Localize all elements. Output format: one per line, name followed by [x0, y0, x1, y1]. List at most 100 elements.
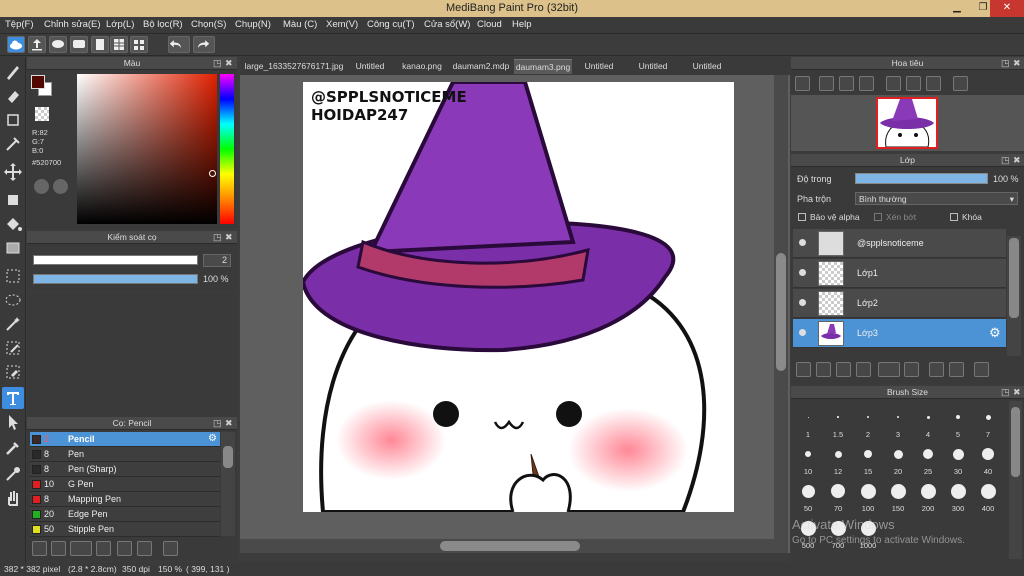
brush-item[interactable]: 2 Pencil ⚙ — [30, 432, 220, 447]
undock-icon[interactable]: ◳ — [213, 232, 222, 243]
layer-list-scrollbar[interactable] — [1007, 236, 1021, 356]
operation-tool-icon[interactable] — [2, 411, 24, 433]
flip-icon[interactable] — [953, 76, 968, 91]
grid-doc-icon[interactable] — [110, 36, 128, 53]
tab-document[interactable]: large_1633527676171.jpg — [242, 59, 346, 74]
duplicate-icon[interactable] — [137, 541, 152, 556]
close-panel-icon[interactable]: ✖ — [225, 58, 233, 69]
select-pen-tool-icon[interactable] — [2, 337, 24, 359]
brush-size-preset[interactable]: 4 — [913, 403, 943, 439]
chat-icon[interactable] — [70, 36, 88, 53]
undock-icon[interactable]: ◳ — [213, 418, 222, 429]
lasso-tool-icon[interactable] — [2, 289, 24, 311]
text-tool-icon[interactable] — [2, 387, 24, 409]
duplicate-layer-icon[interactable] — [929, 362, 944, 377]
trash-icon[interactable] — [163, 541, 178, 556]
brush-tool-icon[interactable] — [2, 61, 24, 83]
brush-size-preset[interactable]: 20 — [883, 440, 913, 476]
menu-capture[interactable]: Chụp(N) — [235, 19, 271, 30]
cloud-icon[interactable] — [7, 36, 25, 53]
brush-size-preset[interactable]: 400 — [973, 477, 1003, 513]
menu-cloud[interactable]: Cloud — [477, 19, 502, 30]
undock-icon[interactable]: ◳ — [1001, 155, 1010, 166]
eyedropper-tool-icon[interactable] — [2, 437, 24, 459]
brush-size-preset[interactable]: 5 — [943, 403, 973, 439]
eye-icon[interactable] — [799, 299, 806, 306]
brush-item[interactable]: 8 Pen — [30, 447, 220, 462]
undock-icon[interactable]: ◳ — [1001, 58, 1010, 69]
brush-size-preset[interactable]: 2 — [853, 403, 883, 439]
new-brush-icon[interactable] — [51, 541, 66, 556]
brush-item[interactable]: 8 Pen (Sharp) — [30, 462, 220, 477]
trash-icon[interactable] — [974, 362, 989, 377]
brush-size-preset[interactable]: 70 — [823, 477, 853, 513]
close-window-button[interactable]: ✕ — [990, 0, 1024, 17]
add-layer-dropdown-icon[interactable] — [878, 362, 900, 377]
comment-icon[interactable] — [49, 36, 67, 53]
cloud-brush-icon[interactable] — [32, 541, 47, 556]
brush-size-preset[interactable]: 1.5 — [823, 403, 853, 439]
close-panel-icon[interactable]: ✖ — [225, 418, 233, 429]
gradient-tool-icon[interactable] — [2, 237, 24, 259]
tab-document-active[interactable]: daumam3.png — [514, 59, 572, 74]
brush-size-slider[interactable] — [33, 255, 198, 265]
primary-color-swatch[interactable] — [31, 75, 45, 89]
brush-size-preset[interactable]: 300 — [943, 477, 973, 513]
grid-icon[interactable] — [130, 36, 148, 53]
magic-wand-tool-icon[interactable] — [2, 313, 24, 335]
brush-size-preset[interactable]: 10 — [793, 440, 823, 476]
menu-help[interactable]: Help — [512, 19, 532, 30]
close-panel-icon[interactable]: ✖ — [225, 232, 233, 243]
zoom-fit-icon[interactable] — [795, 76, 810, 91]
menu-view[interactable]: Xem(V) — [326, 19, 358, 30]
transparent-swatch[interactable] — [35, 107, 49, 121]
protect-alpha-checkbox[interactable] — [798, 213, 806, 221]
brush-size-preset[interactable]: 25 — [913, 440, 943, 476]
document-icon[interactable] — [91, 36, 109, 53]
gear-icon[interactable]: ⚙ — [989, 325, 1001, 341]
zoom-in-icon[interactable] — [819, 76, 834, 91]
brush-size-value[interactable]: 2 — [203, 254, 231, 267]
undock-icon[interactable]: ◳ — [213, 58, 222, 69]
fill-rect-tool-icon[interactable] — [2, 189, 24, 211]
add-brush-dropdown-icon[interactable] — [70, 541, 92, 556]
undo-icon[interactable] — [168, 36, 190, 53]
brush-size-preset[interactable]: 3 — [883, 403, 913, 439]
folder-icon[interactable] — [117, 541, 132, 556]
eye-icon[interactable] — [799, 329, 806, 336]
brush-size-preset[interactable]: 30 — [943, 440, 973, 476]
saturation-value-picker[interactable] — [77, 74, 217, 224]
menu-select[interactable]: Chọn(S) — [191, 19, 226, 30]
brush-item[interactable]: 10 G Pen — [30, 477, 220, 492]
select-tool-icon[interactable] — [2, 265, 24, 287]
artwork-canvas[interactable]: @SPPLSNOTICEME HOIDAP247 — [303, 82, 734, 512]
blend-mode-select[interactable]: Bình thường ▾ — [855, 192, 1018, 205]
new-1bit-layer-icon[interactable] — [856, 362, 871, 377]
close-panel-icon[interactable]: ✖ — [1013, 387, 1021, 398]
navigator-thumbnail[interactable] — [876, 97, 938, 149]
tab-document[interactable]: Untitled — [686, 59, 728, 74]
brush-item[interactable]: 50 Stipple Pen — [30, 522, 220, 537]
upload-icon[interactable] — [28, 36, 46, 53]
fit-window-icon[interactable] — [859, 76, 874, 91]
tab-document[interactable]: daumam2.mdp — [452, 59, 510, 74]
new-layer-icon[interactable] — [796, 362, 811, 377]
canvas-horizontal-scrollbar[interactable] — [240, 539, 774, 553]
tab-document[interactable]: Untitled — [578, 59, 620, 74]
gear-icon[interactable]: ⚙ — [208, 433, 217, 444]
brush-item[interactable]: 8 Mapping Pen — [30, 492, 220, 507]
move-tool-icon[interactable] — [2, 161, 24, 183]
menu-file[interactable]: Tệp(F) — [5, 19, 34, 30]
layer-row[interactable]: @spplsnoticeme — [793, 229, 1006, 258]
tab-document[interactable]: kanao.png — [400, 59, 444, 74]
navigator-preview-area[interactable] — [791, 95, 1024, 151]
layer-opacity-slider[interactable] — [855, 173, 988, 184]
menu-filter[interactable]: Bộ lọc(R) — [143, 19, 183, 30]
hue-slider[interactable] — [220, 74, 234, 224]
brush-size-preset[interactable]: 40 — [973, 440, 1003, 476]
hand-tool-icon[interactable] — [2, 487, 24, 509]
close-panel-icon[interactable]: ✖ — [1013, 155, 1021, 166]
brush-size-preset[interactable]: 15 — [853, 440, 883, 476]
brush-size-preset[interactable]: 7 — [973, 403, 1003, 439]
clipping-checkbox[interactable] — [874, 213, 882, 221]
